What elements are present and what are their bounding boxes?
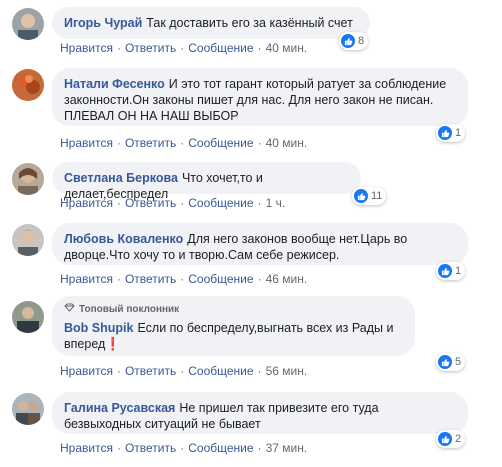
reaction-count[interactable]: 1 bbox=[436, 124, 466, 142]
like-link[interactable]: Нравится bbox=[60, 136, 113, 150]
reply-link[interactable]: Ответить bbox=[125, 196, 176, 210]
timestamp[interactable]: 46 мин. bbox=[266, 272, 308, 286]
comment-author[interactable]: Светлана Беркова bbox=[64, 171, 178, 185]
avatar[interactable] bbox=[12, 163, 44, 195]
like-icon bbox=[438, 355, 452, 369]
comment-actions: Нравится · Ответить · Сообщение · 40 мин. bbox=[60, 136, 308, 150]
like-link[interactable]: Нравится bbox=[60, 441, 113, 455]
like-link[interactable]: Нравится bbox=[60, 196, 113, 210]
reply-link[interactable]: Ответить bbox=[125, 41, 176, 55]
reaction-count[interactable]: 2 bbox=[436, 430, 466, 448]
like-icon bbox=[438, 432, 452, 446]
message-link[interactable]: Сообщение bbox=[188, 441, 253, 455]
comment-bubble: Топовый поклонник Bob Shupik Если по бесп… bbox=[52, 296, 415, 356]
comment-author[interactable]: Bob Shupik bbox=[64, 321, 133, 335]
avatar[interactable] bbox=[12, 224, 44, 256]
like-icon bbox=[438, 126, 452, 140]
comment-bubble: Светлана Беркова Что хочет,то и делает,бе… bbox=[52, 162, 361, 201]
reaction-count[interactable]: 8 bbox=[339, 32, 369, 50]
avatar[interactable] bbox=[12, 8, 44, 40]
timestamp[interactable]: 56 мин. bbox=[266, 364, 308, 378]
comment-bubble: Натали Фесенко И это тот гарант который р… bbox=[52, 68, 468, 126]
avatar[interactable] bbox=[12, 301, 44, 333]
reaction-count[interactable]: 11 bbox=[352, 187, 387, 205]
reply-link[interactable]: Ответить bbox=[125, 272, 176, 286]
like-link[interactable]: Нравится bbox=[60, 272, 113, 286]
diamond-icon bbox=[64, 302, 75, 318]
comment-actions: Нравится · Ответить · Сообщение · 40 мин. bbox=[60, 41, 308, 55]
comment-actions: Нравится · Ответить · Сообщение · 1 ч. bbox=[60, 196, 286, 210]
timestamp[interactable]: 37 мин. bbox=[266, 441, 308, 455]
comment-actions: Нравится · Ответить · Сообщение · 46 мин. bbox=[60, 272, 308, 286]
message-link[interactable]: Сообщение bbox=[188, 136, 253, 150]
reply-link[interactable]: Ответить bbox=[125, 441, 176, 455]
timestamp[interactable]: 40 мин. bbox=[266, 136, 308, 150]
timestamp[interactable]: 40 мин. bbox=[266, 41, 308, 55]
like-icon bbox=[438, 264, 452, 278]
avatar[interactable] bbox=[12, 393, 44, 425]
message-link[interactable]: Сообщение bbox=[188, 364, 253, 378]
like-icon bbox=[341, 34, 355, 48]
comment-bubble: Любовь Коваленко Для него законов вообще … bbox=[52, 223, 468, 265]
comment-bubble: Игорь Чурай Так доставить его за казённый… bbox=[52, 7, 370, 39]
message-link[interactable]: Сообщение bbox=[188, 272, 253, 286]
message-link[interactable]: Сообщение bbox=[188, 196, 253, 210]
comment-actions: Нравится · Ответить · Сообщение · 56 мин. bbox=[60, 364, 308, 378]
comment-author[interactable]: Натали Фесенко bbox=[64, 77, 165, 91]
like-icon bbox=[354, 189, 368, 203]
reply-link[interactable]: Ответить bbox=[125, 136, 176, 150]
like-link[interactable]: Нравится bbox=[60, 41, 113, 55]
reply-link[interactable]: Ответить bbox=[125, 364, 176, 378]
comment-bubble: Галина Русавская Не пришел так привезите … bbox=[52, 392, 468, 434]
comment-author[interactable]: Галина Русавская bbox=[64, 401, 175, 415]
comment-author[interactable]: Любовь Коваленко bbox=[64, 232, 183, 246]
comment-actions: Нравится · Ответить · Сообщение · 37 мин. bbox=[60, 441, 308, 455]
top-fan-badge: Топовый поклонник bbox=[64, 302, 403, 318]
comment-text: Так доставить его за казённый счет bbox=[146, 16, 353, 30]
like-link[interactable]: Нравится bbox=[60, 364, 113, 378]
reaction-count[interactable]: 5 bbox=[436, 353, 466, 371]
message-link[interactable]: Сообщение bbox=[188, 41, 253, 55]
reaction-count[interactable]: 1 bbox=[436, 262, 466, 280]
comment-author[interactable]: Игорь Чурай bbox=[64, 16, 142, 30]
avatar[interactable] bbox=[12, 69, 44, 101]
timestamp[interactable]: 1 ч. bbox=[266, 196, 286, 210]
